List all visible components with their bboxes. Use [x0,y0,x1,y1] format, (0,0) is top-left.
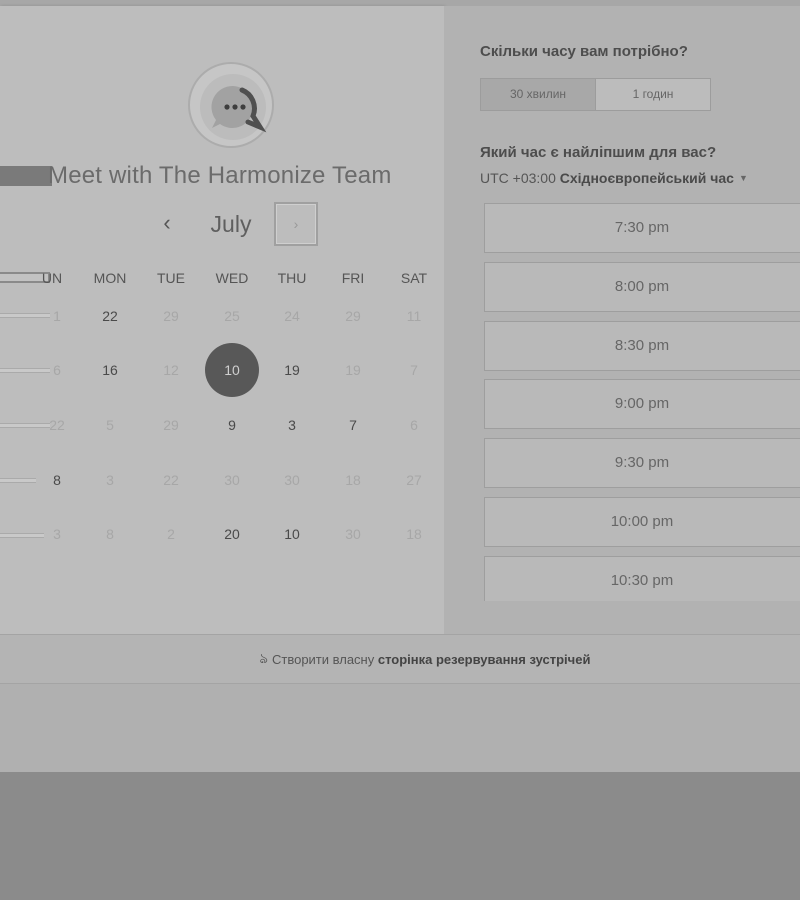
time-slot-button[interactable]: 7:30 pm [484,203,800,253]
previous-month-button[interactable]: ‹ [155,208,179,238]
timezone-select[interactable]: UTC +03:00 Східноєвропейський час ▼ [480,170,748,186]
calendar-day: 18 [406,526,422,542]
weekday-header: UN [41,270,63,286]
timezone-name: Східноєвропейський час [559,170,734,186]
time-slot-list[interactable]: 7:30 pm 8:00 pm 8:30 pm 9:00 pm 9:30 pm 10:00… [484,203,800,601]
calendar-day[interactable]: 16 [83,343,137,397]
footer-link[interactable]: сторінка резервування зустрічей [378,652,591,667]
calendar-day: 24 [284,308,300,324]
weekday-header: TUE [157,270,185,286]
calendar-day[interactable]: 20 [205,507,259,561]
redacted-bar [0,368,50,373]
calendar-day: 7 [410,362,418,378]
weekday-header: THU [277,270,307,286]
chat-bubble-icon [200,74,267,140]
booking-card: Meet with The Harmonize Team ‹ July › UN… [0,6,800,634]
calendar-day: 8 [106,526,114,542]
redacted-bar [0,166,52,186]
calendar-day: 11 [406,308,422,324]
month-label: July [210,211,252,237]
timezone-offset: UTC +03:00 [480,170,556,186]
time-slot-button[interactable]: 8:00 pm [484,261,800,312]
calendar-day: 12 [163,362,179,378]
footer-prefix: Створити власну [271,651,375,667]
calendar-day[interactable]: 19 [265,343,319,397]
duration-heading: Скільки часу вам потрібно? [480,43,688,60]
time-slot-button[interactable]: 8:30 pm [484,320,800,371]
time-heading: Який час є найліпшим для вас? [480,144,717,161]
calendar-day[interactable]: 22 [83,289,137,343]
weekday-header: SAT [400,270,428,286]
calendar-day: 5 [106,417,114,433]
weekday-header: MON [93,270,127,286]
time-slot-button[interactable]: 9:00 pm [484,379,800,430]
calendar-day: 30 [224,472,240,488]
calendar-day[interactable]: 9 [205,398,259,452]
calendar-day: 30 [284,472,300,488]
footer: ঌ Створити власну сторінка резервування … [0,634,800,684]
calendar-day: 6 [410,417,418,433]
next-month-button[interactable]: › [274,202,318,246]
calendar-day-selected[interactable]: 10 [205,343,259,397]
avatar [188,62,274,148]
duration-1-hour-button[interactable]: 1 годин [596,79,710,110]
time-slot-button[interactable]: 10:30 pm [484,555,800,601]
calendar-day: 27 [406,472,422,488]
calendar-day[interactable]: 10 [265,507,319,561]
calendar-day: 19 [345,362,361,378]
duration-toggle: 30 хвилин 1 годин [480,78,711,111]
duration-30-min-button[interactable]: 30 хвилин [481,79,596,110]
calendar-day: 25 [224,308,240,324]
calendar-day: 18 [345,472,361,488]
page-title: Meet with The Harmonize Team [48,162,392,189]
calendar-day: 30 [345,526,361,542]
calendar-day: 29 [163,308,179,324]
calendar-day: 22 [163,472,179,488]
calendar-day[interactable]: 3 [265,398,319,452]
calendar-day: 3 [106,472,114,488]
redacted-bar [0,423,50,428]
calendar-day: 29 [345,308,361,324]
calendar-day: 2 [167,526,175,542]
calendar-day: 29 [163,417,179,433]
weekday-header: WED [215,270,249,286]
calendar-day[interactable]: 8 [42,453,72,507]
redacted-bar [0,533,44,538]
redacted-bar [0,478,36,483]
time-slot-button[interactable]: 10:00 pm [484,497,800,547]
caret-down-icon: ▼ [738,173,748,183]
weekday-header: FRI [341,270,365,286]
time-slot-button[interactable]: 9:30 pm [484,438,800,489]
calendar-day[interactable]: 7 [326,398,380,452]
redacted-bar [0,313,50,318]
hubspot-sprocket-icon: ঌ [259,650,268,666]
calendar-panel: Meet with The Harmonize Team ‹ July › UN… [0,6,444,634]
calendar-day: 3 [53,526,61,542]
